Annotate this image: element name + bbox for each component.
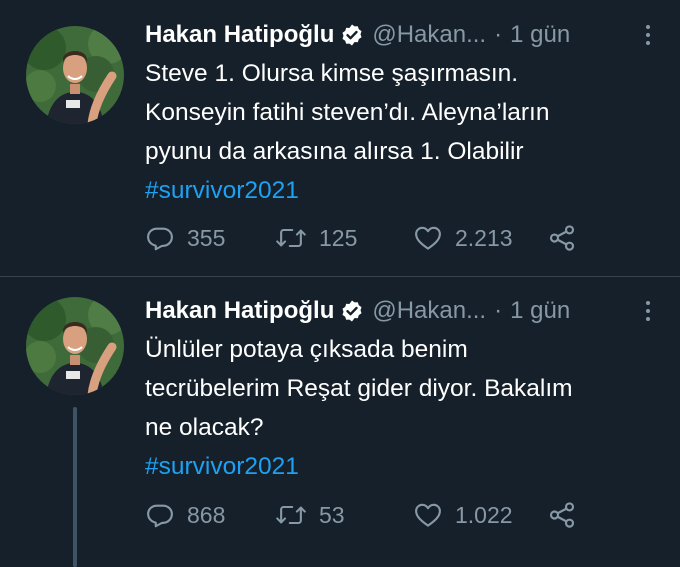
tweet-actions: 355 125 2.213 <box>145 221 665 255</box>
tweet[interactable]: Hakan Hatipoğlu @Hakan... · 1 gün Ünlüle… <box>0 277 680 567</box>
avatar-image <box>26 26 124 124</box>
hashtag-link[interactable]: #survivor2021 <box>145 177 299 204</box>
retweet-button[interactable]: 125 <box>275 221 357 255</box>
like-button[interactable]: 2.213 <box>413 221 513 255</box>
heart-icon <box>415 226 441 250</box>
like-button[interactable]: 1.022 <box>413 498 513 532</box>
more-vertical-icon[interactable] <box>636 22 660 48</box>
hashtag-link[interactable]: #survivor2021 <box>145 453 299 480</box>
retweet-button[interactable]: 53 <box>275 498 345 532</box>
retweet-icon <box>276 228 306 248</box>
separator-dot: · <box>494 297 503 324</box>
avatar[interactable] <box>26 26 124 124</box>
share-icon <box>549 502 575 528</box>
tweet[interactable]: Hakan Hatipoğlu @Hakan... · 1 gün Steve … <box>0 0 680 276</box>
reply-icon <box>147 504 173 528</box>
share-icon <box>549 225 575 251</box>
heart-icon <box>415 503 441 527</box>
reply-icon <box>147 227 173 251</box>
reply-count: 868 <box>187 501 226 528</box>
timestamp[interactable]: 1 gün <box>510 21 570 49</box>
tweet-text-line: ne olacak? <box>145 414 264 441</box>
share-button[interactable] <box>547 221 577 255</box>
tweet-header: Hakan Hatipoğlu @Hakan... · 1 gün <box>145 20 660 50</box>
avatar-image <box>26 297 124 395</box>
verified-badge-icon <box>340 23 364 47</box>
tweet-text-line: Ünlüler potaya çıksada benim <box>145 336 468 363</box>
reply-count: 355 <box>187 224 226 251</box>
avatar[interactable] <box>26 297 124 395</box>
tweet-text: Steve 1. Olursa kimse şaşırmasın. Konsey… <box>145 54 665 210</box>
tweet-text-line: Steve 1. Olursa kimse şaşırmasın. <box>145 60 519 87</box>
reply-button[interactable]: 355 <box>145 221 225 255</box>
tweet-text-line: tecrübelerim Reşat gider diyor. Bakalım <box>145 375 573 402</box>
share-button[interactable] <box>547 498 577 532</box>
tweet-text: Ünlüler potaya çıksada benim tecrübeleri… <box>145 330 665 486</box>
author-handle[interactable]: @Hakan... <box>372 297 486 325</box>
tweet-text-line: Konseyin fatihi steven’dı. Aleyna’ların <box>145 99 550 126</box>
author-handle[interactable]: @Hakan... <box>372 21 486 49</box>
like-count: 2.213 <box>455 224 513 251</box>
retweet-count: 53 <box>319 501 345 528</box>
tweet-actions: 868 53 1.022 <box>145 498 665 532</box>
retweet-count: 125 <box>319 224 358 251</box>
author-name[interactable]: Hakan Hatipoğlu <box>145 21 334 49</box>
thread-line <box>73 407 77 567</box>
timestamp[interactable]: 1 gün <box>510 297 570 325</box>
like-count: 1.022 <box>455 501 513 528</box>
retweet-icon <box>276 505 306 525</box>
verified-badge-icon <box>340 299 364 323</box>
tweet-header: Hakan Hatipoğlu @Hakan... · 1 gün <box>145 296 660 326</box>
separator-dot: · <box>494 21 503 48</box>
tweet-text-line: pyunu da arkasına alırsa 1. Olabilir <box>145 138 524 165</box>
more-vertical-icon[interactable] <box>636 298 660 324</box>
reply-button[interactable]: 868 <box>145 498 225 532</box>
author-name[interactable]: Hakan Hatipoğlu <box>145 297 334 325</box>
